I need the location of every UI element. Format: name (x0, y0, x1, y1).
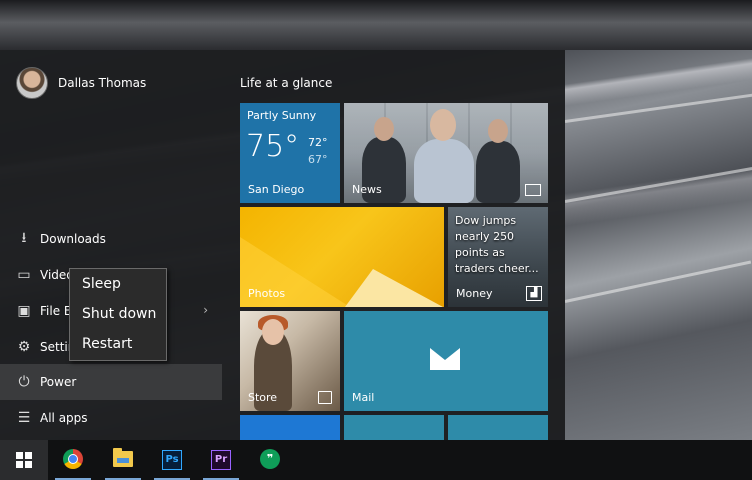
wallpaper-band (0, 0, 752, 50)
money-headline: Dow jumps nearly 250 points as traders c… (455, 214, 539, 275)
envelope-icon (430, 348, 460, 370)
start-item-downloads[interactable]: ⭳ Downloads (0, 221, 222, 257)
folder-icon: ▣ (17, 303, 31, 319)
photos-label: Photos (248, 287, 286, 300)
store-photo-face (262, 319, 284, 345)
hangouts-icon: ❞ (260, 449, 280, 469)
taskbar-hangouts[interactable]: ❞ (250, 440, 290, 480)
video-icon: ▭ (17, 267, 31, 283)
weather-low: 67° (308, 153, 328, 166)
news-photo-person (476, 141, 520, 203)
gear-icon: ⚙ (17, 339, 31, 355)
start-item-label: Downloads (40, 232, 106, 246)
taskbar-file-explorer[interactable] (103, 440, 143, 480)
wallpaper-streak (564, 167, 752, 203)
tile[interactable] (448, 415, 548, 440)
money-label: Money (456, 287, 493, 300)
news-photo-head (430, 109, 456, 141)
photoshop-icon: Ps (162, 450, 182, 470)
weather-high: 72° (308, 136, 328, 149)
file-explorer-icon (113, 448, 133, 467)
mail-label: Mail (352, 391, 375, 404)
start-item-all-apps[interactable]: ☰ All apps (0, 400, 222, 436)
premiere-icon: Pr (211, 450, 231, 470)
taskbar-premiere[interactable]: Pr (201, 440, 241, 480)
shopping-bag-icon (318, 391, 332, 404)
chrome-icon (63, 449, 83, 469)
newspaper-icon (525, 184, 541, 196)
weather-city: San Diego (248, 183, 305, 196)
news-photo-head (374, 117, 394, 141)
photos-tile[interactable]: Photos (240, 207, 444, 307)
windows-logo-icon (16, 452, 32, 468)
news-label: News (352, 183, 382, 196)
list-icon: ☰ (17, 410, 31, 426)
restart-menu-item[interactable]: Restart (70, 329, 166, 359)
mail-tile[interactable]: Mail (344, 311, 548, 411)
news-photo-person (414, 139, 474, 203)
taskbar-photoshop[interactable]: Ps (152, 440, 192, 480)
news-tile[interactable]: News (344, 103, 548, 203)
weather-tile[interactable]: Partly Sunny 75° 72° 67° San Diego (240, 103, 340, 203)
start-item-power[interactable]: ⏻ Power (0, 364, 222, 400)
tile-group-title: Life at a glance (240, 76, 333, 90)
taskbar: Ps Pr ❞ (0, 440, 752, 480)
news-photo-head (488, 119, 508, 143)
shut-down-menu-item[interactable]: Shut down (70, 299, 166, 329)
store-label: Store (248, 391, 278, 404)
sleep-menu-item[interactable]: Sleep (70, 269, 166, 299)
user-name: Dallas Thomas (58, 76, 147, 90)
weather-temperature: 75° (246, 129, 300, 164)
power-icon: ⏻ (18, 374, 30, 390)
download-icon: ⭳ (21, 230, 27, 246)
taskbar-chrome[interactable] (53, 440, 93, 480)
weather-condition: Partly Sunny (247, 109, 317, 122)
chart-icon: ▟ (526, 286, 542, 301)
tile[interactable] (344, 415, 444, 440)
avatar (16, 67, 48, 99)
money-tile[interactable]: Dow jumps nearly 250 points as traders c… (448, 207, 548, 307)
user-account[interactable]: Dallas Thomas (16, 67, 146, 99)
photos-facet (345, 269, 443, 307)
start-item-label: All apps (40, 411, 88, 425)
power-context-menu: Sleep Shut down Restart (69, 268, 167, 361)
wallpaper-streak (564, 93, 752, 123)
start-item-label: Power (40, 375, 77, 389)
wallpaper-streak (564, 260, 752, 303)
chevron-right-icon[interactable]: › (203, 303, 208, 317)
tile[interactable] (240, 415, 340, 440)
start-button[interactable] (0, 440, 48, 480)
store-tile[interactable]: Store (240, 311, 340, 411)
